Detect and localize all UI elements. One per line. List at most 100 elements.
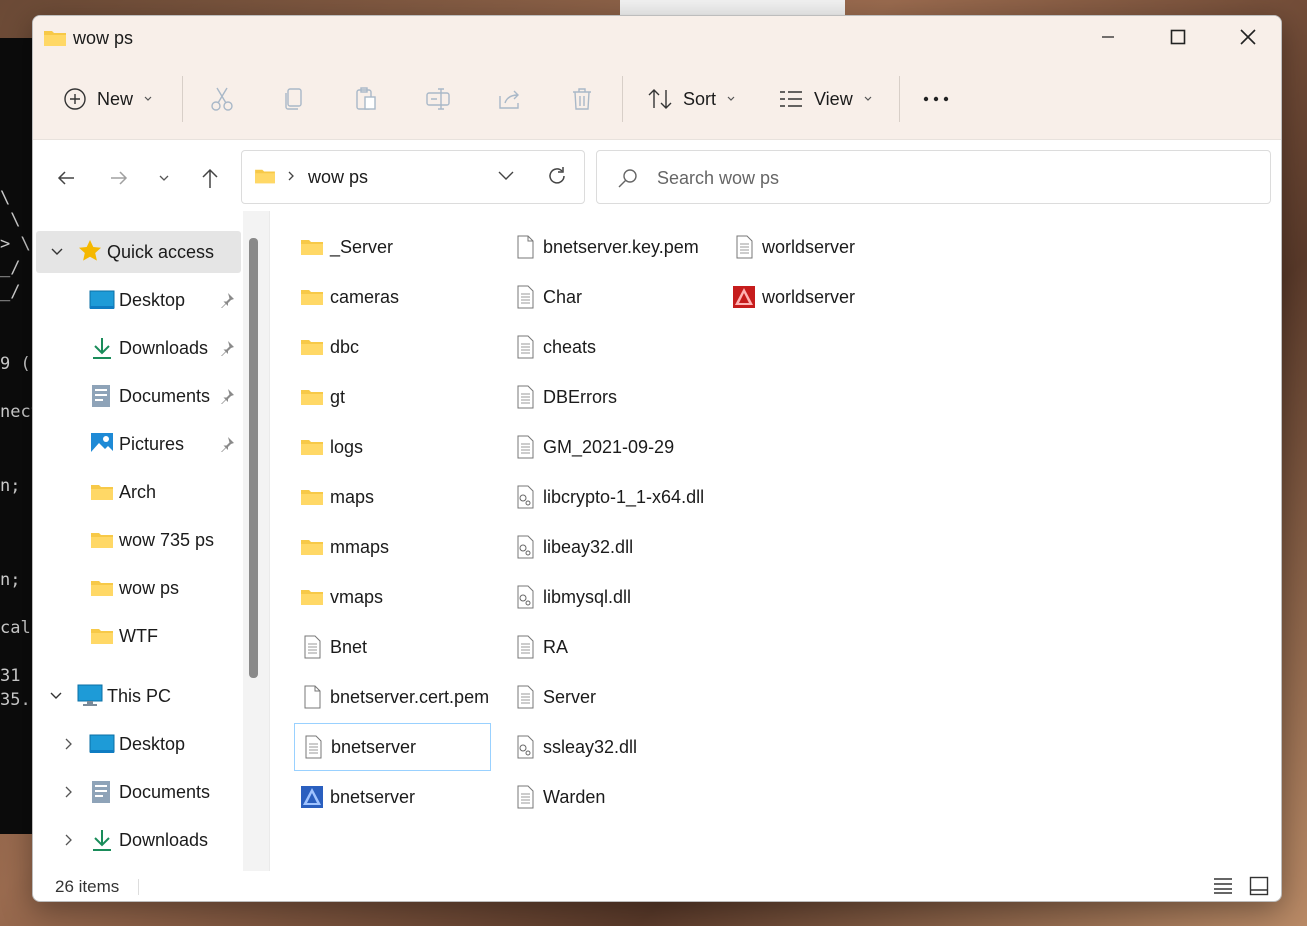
- list-item[interactable]: mmaps: [294, 524, 491, 570]
- list-item[interactable]: _Server: [294, 224, 491, 270]
- list-item[interactable]: gt: [294, 374, 491, 420]
- cut-button[interactable]: [209, 74, 235, 124]
- sidebar-scrollbar-thumb[interactable]: [249, 238, 258, 678]
- window-title-text: wow ps: [73, 27, 134, 48]
- folder-icon: [90, 626, 114, 646]
- sidebar-item-label: This PC: [107, 686, 172, 706]
- list-item[interactable]: DBErrors: [507, 374, 717, 420]
- sidebar-item-desktop[interactable]: Desktop: [33, 279, 241, 321]
- new-button[interactable]: New: [63, 74, 153, 124]
- maximize-button[interactable]: [1143, 16, 1213, 58]
- list-item[interactable]: cheats: [507, 324, 717, 370]
- back-button[interactable]: [51, 163, 81, 193]
- list-item[interactable]: Bnet: [294, 624, 491, 670]
- details-view-button[interactable]: [1213, 877, 1233, 895]
- list-item[interactable]: bnetserver: [294, 723, 491, 771]
- address-bar[interactable]: wow ps: [241, 150, 585, 204]
- chevron-down-icon[interactable]: [50, 245, 64, 259]
- breadcrumb-segment[interactable]: wow ps: [308, 167, 368, 188]
- search-box[interactable]: Search wow ps: [596, 150, 1271, 204]
- list-item[interactable]: ssleay32.dll: [507, 724, 717, 770]
- sidebar-item-downloads[interactable]: Downloads: [33, 327, 241, 369]
- folder-icon: [300, 487, 324, 507]
- terminal-line: 35.: [0, 690, 31, 710]
- worldserver-app-icon: [732, 285, 756, 309]
- share-button[interactable]: [497, 74, 523, 124]
- refresh-button[interactable]: [546, 165, 568, 187]
- up-button[interactable]: [195, 163, 225, 193]
- sort-icon: [648, 89, 672, 109]
- list-item[interactable]: libeay32.dll: [507, 524, 717, 570]
- sidebar-item-documents[interactable]: Documents: [33, 375, 241, 417]
- search-input[interactable]: Search wow ps: [657, 168, 779, 189]
- delete-button[interactable]: [569, 74, 595, 124]
- list-item[interactable]: GM_2021-09-29: [507, 424, 717, 470]
- pin-icon[interactable]: [219, 340, 235, 356]
- chevron-down-icon[interactable]: [49, 689, 63, 703]
- terminal-line: \: [0, 210, 21, 230]
- large-icons-view-button[interactable]: [1249, 876, 1269, 896]
- rename-button[interactable]: [425, 74, 451, 124]
- sidebar-item-pc-desktop[interactable]: Desktop: [33, 723, 241, 765]
- list-item[interactable]: maps: [294, 474, 491, 520]
- documents-icon: [91, 780, 111, 804]
- list-item[interactable]: cameras: [294, 274, 491, 320]
- pin-icon[interactable]: [219, 292, 235, 308]
- sidebar-item-pc-downloads[interactable]: Downloads: [33, 819, 241, 861]
- text-file-icon: [300, 635, 324, 659]
- list-item[interactable]: RA: [507, 624, 717, 670]
- list-item[interactable]: worldserver: [726, 224, 876, 270]
- view-button[interactable]: View: [778, 74, 873, 124]
- list-item[interactable]: bnetserver.key.pem: [507, 224, 717, 270]
- sidebar-item-wow-ps[interactable]: wow ps: [33, 567, 241, 609]
- list-item[interactable]: Char: [507, 274, 717, 320]
- sidebar-item-wtf[interactable]: WTF: [33, 615, 241, 657]
- list-item[interactable]: bnetserver.cert.pem: [294, 674, 491, 720]
- recent-locations-button[interactable]: [149, 163, 179, 193]
- forward-button[interactable]: [104, 163, 134, 193]
- list-item[interactable]: vmaps: [294, 574, 491, 620]
- cut-icon: [211, 87, 233, 111]
- list-item[interactable]: worldserver: [726, 274, 876, 320]
- minimize-icon: [1102, 36, 1114, 38]
- trash-icon: [573, 88, 591, 110]
- sidebar-item-this-pc[interactable]: This PC: [33, 675, 241, 717]
- pin-icon[interactable]: [219, 388, 235, 404]
- address-history-button[interactable]: [497, 169, 515, 181]
- minimize-button[interactable]: [1073, 16, 1143, 58]
- chevron-right-icon[interactable]: [63, 833, 75, 847]
- text-file-icon: [513, 285, 537, 309]
- list-item[interactable]: dbc: [294, 324, 491, 370]
- arrow-right-icon: [111, 171, 128, 185]
- more-options-button[interactable]: [923, 74, 949, 124]
- list-item[interactable]: Server: [507, 674, 717, 720]
- chevron-right-icon[interactable]: [63, 737, 75, 751]
- sidebar-item-label: Pictures: [119, 434, 185, 454]
- sidebar-item-pictures[interactable]: Pictures: [33, 423, 241, 465]
- list-item[interactable]: libmysql.dll: [507, 574, 717, 620]
- folder-icon: [90, 530, 114, 550]
- paste-button[interactable]: [353, 74, 379, 124]
- pane-divider[interactable]: [269, 211, 270, 871]
- arrow-left-icon: [57, 171, 74, 185]
- file-name: bnetserver.cert.pem: [330, 686, 490, 707]
- breadcrumb-chevron-icon: [287, 170, 295, 182]
- list-item[interactable]: logs: [294, 424, 491, 470]
- large-icons-view-icon: [1249, 876, 1269, 896]
- list-item[interactable]: Warden: [507, 774, 717, 820]
- sidebar-item-pc-documents[interactable]: Documents: [33, 771, 241, 813]
- copy-button[interactable]: [281, 74, 307, 124]
- file-name: ssleay32.dll: [543, 736, 638, 757]
- sort-button[interactable]: Sort: [647, 74, 736, 124]
- sidebar-item-arch[interactable]: Arch: [33, 471, 241, 513]
- chevron-down-icon: [864, 96, 872, 101]
- chevron-right-icon[interactable]: [63, 785, 75, 799]
- close-button[interactable]: [1213, 16, 1281, 58]
- toolbar-separator: [622, 76, 623, 122]
- sidebar-item-quick-access[interactable]: Quick access: [36, 231, 241, 273]
- list-item[interactable]: libcrypto-1_1-x64.dll: [507, 474, 717, 520]
- sidebar-item-wow-735-ps[interactable]: wow 735 ps: [33, 519, 241, 561]
- pin-icon[interactable]: [219, 436, 235, 452]
- folder-icon: [300, 437, 324, 457]
- list-item[interactable]: bnetserver: [294, 774, 491, 820]
